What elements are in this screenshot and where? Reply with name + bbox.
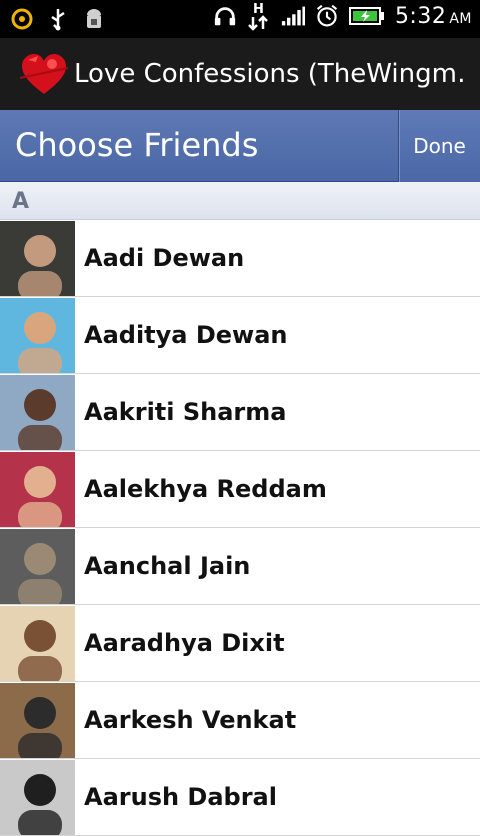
friend-avatar: [0, 760, 75, 835]
status-bar: H 5:32 AM: [0, 0, 480, 38]
friend-avatar: [0, 606, 75, 681]
svg-text:H: H: [253, 2, 264, 17]
section-header-a: A: [0, 182, 480, 220]
choose-friends-header: Choose Friends Done: [0, 110, 480, 182]
friend-row[interactable]: Aanchal Jain: [0, 528, 480, 605]
section-letter: A: [12, 189, 30, 214]
cupid-heart-icon: [18, 48, 70, 100]
usb-icon: [46, 6, 70, 32]
friend-name: Aadi Dewan: [84, 244, 245, 272]
friend-avatar: [0, 683, 75, 758]
done-button[interactable]: Done: [398, 110, 480, 182]
friend-name: Aaditya Dewan: [84, 321, 288, 349]
alarm-clock-icon: [315, 3, 339, 29]
friend-avatar: [0, 529, 75, 604]
status-left-icons: [10, 6, 106, 32]
friend-avatar: [0, 221, 75, 296]
friend-avatar: [0, 298, 75, 373]
clock-time: 5:32 AM: [394, 3, 472, 29]
friend-row[interactable]: Aadi Dewan: [0, 220, 480, 297]
friend-row[interactable]: Aaradhya Dixit: [0, 605, 480, 682]
app-title: Love Confessions (TheWingm…: [74, 59, 464, 89]
page-title: Choose Friends: [15, 126, 259, 164]
app-title-bar: Love Confessions (TheWingm…: [0, 38, 480, 110]
friend-name: Aalekhya Reddam: [84, 475, 327, 503]
friend-row[interactable]: Aarkesh Venkat: [0, 682, 480, 759]
status-right-icons: H 5:32 AM: [213, 2, 472, 31]
friend-avatar: [0, 452, 75, 527]
friend-name: Aaradhya Dixit: [84, 629, 285, 657]
friend-name: Aakriti Sharma: [84, 398, 287, 426]
friend-avatar: [0, 375, 75, 450]
friend-row[interactable]: Aarush Dabral: [0, 759, 480, 836]
sync-icon: [10, 6, 34, 32]
android-debug-icon: [82, 6, 106, 32]
headphones-icon: [213, 3, 237, 29]
friend-row[interactable]: Aakriti Sharma: [0, 374, 480, 451]
friend-name: Aanchal Jain: [84, 552, 251, 580]
friend-row[interactable]: Aaditya Dewan: [0, 297, 480, 374]
friend-list: Aadi Dewan Aaditya Dewan Aakriti Sharma Aal…: [0, 220, 480, 836]
signal-strength-icon: [281, 3, 305, 29]
battery-charging-icon: [348, 3, 385, 29]
network-type-icon: H: [247, 2, 271, 31]
friend-name: Aarkesh Venkat: [84, 706, 297, 734]
friend-row[interactable]: Aalekhya Reddam: [0, 451, 480, 528]
friend-name: Aarush Dabral: [84, 783, 277, 811]
